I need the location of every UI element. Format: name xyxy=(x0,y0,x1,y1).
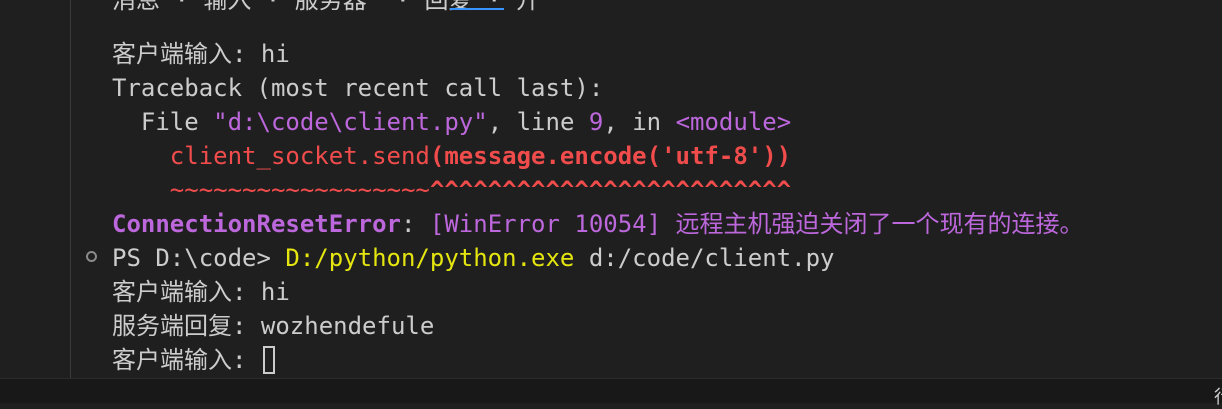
file-line-number: 9 xyxy=(588,108,604,136)
error-name: ConnectionResetError xyxy=(112,210,401,238)
traceback-header: Traceback (most recent call last): xyxy=(112,74,604,102)
traceback-file-line: File "d:\code\client.py", line 9, in <mo… xyxy=(112,106,791,138)
squiggle-caret: ^^^^^^^^^^^^^^^^^^^^^^^^^ xyxy=(429,176,792,204)
code-args: (message.encode('utf-8')) xyxy=(429,142,792,170)
client-input-label: 客户端输入: xyxy=(112,40,261,68)
client-input-label: 客户端输入: xyxy=(112,346,261,374)
file-prefix: File xyxy=(112,108,214,136)
output-line-server-reply: 服务端回复: wozhendefule xyxy=(112,310,434,342)
client-input-value: hi xyxy=(260,40,290,68)
traceback-squiggle-line: ~~~~~~~~~~~~~~~~~~^^^^^^^^^^^^^^^^^^^^^^… xyxy=(112,174,791,206)
terminal-panel[interactable]: 消息 · 输入 · 服务器 · 回复 · 开 客户端输入: hi Traceba… xyxy=(0,0,1222,378)
code-call: client_socket.send xyxy=(112,142,430,170)
command-argument: d:/code/client.py xyxy=(574,244,835,272)
squiggle-tilde: ~~~~~~~~~~~~~~~~~~ xyxy=(112,176,430,204)
error-message: [WinError 10054] 远程主机强迫关闭了一个现有的连接。 xyxy=(429,210,1084,238)
terminal-cursor[interactable] xyxy=(262,346,275,374)
command-line: PS D:\code> D:/python/python.exe d:/code… xyxy=(112,242,834,274)
file-path[interactable]: "d:\code\client.py" xyxy=(213,108,488,136)
status-bar-fragment[interactable]: 行 xyxy=(1214,383,1222,409)
output-line-client-input-3: 客户端输入: xyxy=(112,344,275,376)
status-bar: 行 xyxy=(0,378,1222,408)
file-module: <module> xyxy=(675,108,792,136)
error-colon: : xyxy=(400,210,430,238)
command-decoration-icon[interactable] xyxy=(86,251,97,262)
gutter-divider xyxy=(70,0,71,378)
file-middle: , line xyxy=(487,108,589,136)
clipped-underline xyxy=(450,8,504,10)
output-line-client-input-1: 客户端输入: hi xyxy=(112,38,290,70)
shell-prompt: PS D:\code> xyxy=(112,244,286,272)
output-line-client-input-2: 客户端输入: hi xyxy=(112,276,290,308)
server-reply-label: 服务端回复: xyxy=(112,312,261,340)
client-input-value: hi xyxy=(260,278,290,306)
server-reply-value: wozhendefule xyxy=(260,312,435,340)
traceback-code-line: client_socket.send(message.encode('utf-8… xyxy=(112,140,791,172)
file-in: , in xyxy=(603,108,676,136)
error-line: ConnectionResetError: [WinError 10054] 远… xyxy=(112,208,1084,240)
client-input-label: 客户端输入: xyxy=(112,278,261,306)
command-executable: D:/python/python.exe xyxy=(285,244,575,272)
